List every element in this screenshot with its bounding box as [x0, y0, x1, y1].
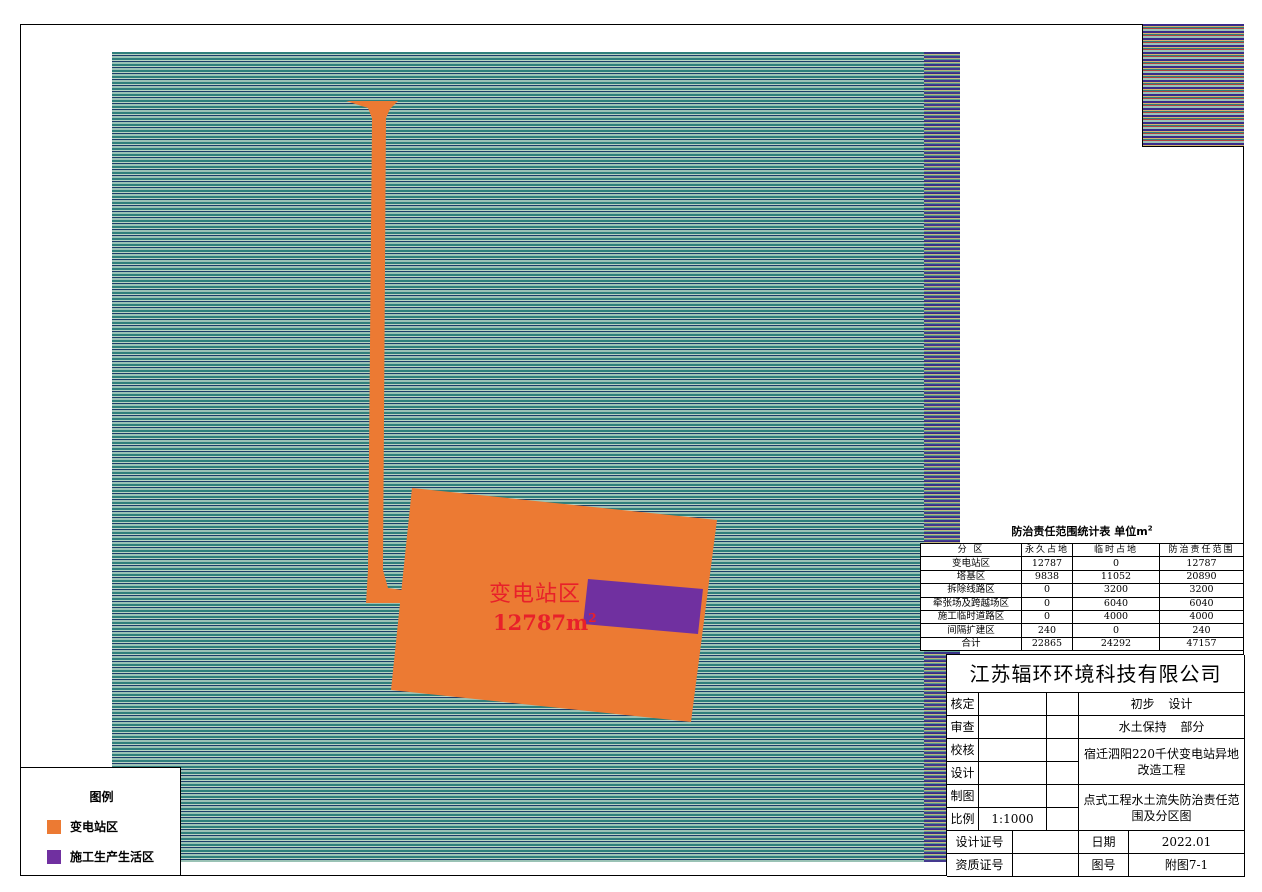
label-figure-no: 图号 [1079, 854, 1129, 877]
figure-no-value: 附图7-1 [1129, 854, 1245, 877]
cell: 0 [1021, 583, 1073, 598]
label-scale: 比例 [947, 808, 979, 831]
design-section: 水土保持 部分 [1079, 716, 1245, 739]
signature-cell [1047, 785, 1079, 808]
signature-cell [1047, 716, 1079, 739]
cell: 3200 [1159, 583, 1244, 598]
label-approve: 核定 [947, 693, 979, 716]
signature-cell [1047, 762, 1079, 785]
date-value: 2022.01 [1129, 831, 1245, 854]
signature-cell [979, 762, 1047, 785]
col-header: 临时占地 [1072, 542, 1160, 558]
stats-table: 分 区 永久占地 临时占地 防治责任范围 变电站区 12787 0 12787 塔基区… [920, 542, 1244, 652]
cell: 20890 [1159, 569, 1244, 585]
label-check: 校核 [947, 739, 979, 762]
label-qual-cert: 资质证号 [947, 854, 1013, 877]
company-name: 江苏辐环环境科技有限公司 [947, 655, 1245, 693]
cell: 4000 [1072, 609, 1160, 625]
signature-cell [979, 739, 1047, 762]
cell: 9838 [1021, 569, 1073, 585]
table-row: 拆除线路区 0 3200 3200 [920, 583, 1244, 598]
access-road-zone [346, 101, 402, 603]
legend-swatch [47, 819, 61, 834]
cell: 施工临时道路区 [920, 609, 1022, 625]
cell: 牵张场及跨越场区 [920, 596, 1022, 611]
table-row: 间隔扩建区 240 0 240 [920, 623, 1244, 638]
cell: 合计 [920, 636, 1022, 652]
cell: 47157 [1159, 636, 1244, 652]
substation-zone-label: 变电站区 [489, 582, 582, 607]
stats-header-row: 分 区 永久占地 临时占地 防治责任范围 [920, 542, 1244, 558]
cell: 24292 [1072, 636, 1160, 652]
cell: 12787 [1021, 556, 1073, 571]
cell: 11052 [1072, 569, 1160, 585]
label-review: 审查 [947, 716, 979, 739]
cell: 间隔扩建区 [920, 623, 1022, 638]
label-design-cert: 设计证号 [947, 831, 1013, 854]
design-cert-value [1013, 831, 1079, 854]
map-legend: 图例 变电站区 施工生产生活区 [20, 767, 181, 876]
cell: 0 [1072, 556, 1160, 571]
col-header: 防治责任范围 [1159, 542, 1244, 558]
legend-label: 变电站区 [70, 820, 119, 834]
legend-swatch [47, 849, 61, 864]
cell: 3200 [1072, 583, 1160, 598]
legend-title: 图例 [89, 790, 114, 804]
table-row: 塔基区 9838 11052 20890 [920, 569, 1244, 585]
cell: 塔基区 [920, 569, 1022, 585]
title-block: 江苏辐环环境科技有限公司 核定 审查 校核 设计 制图 比例 1:1000 初步… [946, 654, 1245, 877]
design-stage: 初步 设计 [1079, 693, 1245, 716]
table-row: 牵张场及跨越场区 0 6040 6040 [920, 596, 1244, 611]
cell: 6040 [1159, 596, 1244, 611]
signature-cell [979, 716, 1047, 739]
label-date: 日期 [1079, 831, 1129, 854]
cell: 6040 [1072, 596, 1160, 611]
table-row: 施工临时道路区 0 4000 4000 [920, 609, 1244, 625]
table-row: 变电站区 12787 0 12787 [920, 556, 1244, 571]
cell: 4000 [1159, 609, 1244, 625]
legend-item-construction: 施工生产生活区 [47, 848, 154, 865]
table-row-total: 合计 22865 24292 47157 [920, 636, 1244, 652]
signature-cell [1047, 693, 1079, 716]
cell: 变电站区 [920, 556, 1022, 571]
signature-cell [979, 785, 1047, 808]
cell: 拆除线路区 [920, 583, 1022, 598]
signature-cell [1047, 739, 1079, 762]
drawing-title: 点式工程水土流失防治责任范围及分区图 [1079, 785, 1245, 831]
cell: 240 [1021, 623, 1073, 638]
cell: 0 [1072, 623, 1160, 638]
cell: 12787 [1159, 556, 1244, 571]
legend-item-substation: 变电站区 [47, 818, 118, 835]
legend-label: 施工生产生活区 [70, 850, 155, 864]
signature-cell [1047, 808, 1079, 831]
col-header: 永久占地 [1021, 542, 1073, 558]
project-name: 宿迁泗阳220千伏变电站异地改造工程 [1079, 739, 1245, 785]
stats-table-title: 防治责任范围统计表 单位m2 [1011, 524, 1153, 538]
signature-cell [979, 693, 1047, 716]
scale-value: 1:1000 [979, 808, 1047, 831]
qual-cert-value [1013, 854, 1079, 877]
label-draw: 制图 [947, 785, 979, 808]
cell: 0 [1021, 596, 1073, 611]
substation-zone-area: 12787m2 [493, 610, 597, 635]
label-design: 设计 [947, 762, 979, 785]
col-header: 分 区 [920, 542, 1022, 558]
cell: 240 [1159, 623, 1244, 638]
cell: 22865 [1021, 636, 1073, 652]
cell: 0 [1021, 609, 1073, 625]
